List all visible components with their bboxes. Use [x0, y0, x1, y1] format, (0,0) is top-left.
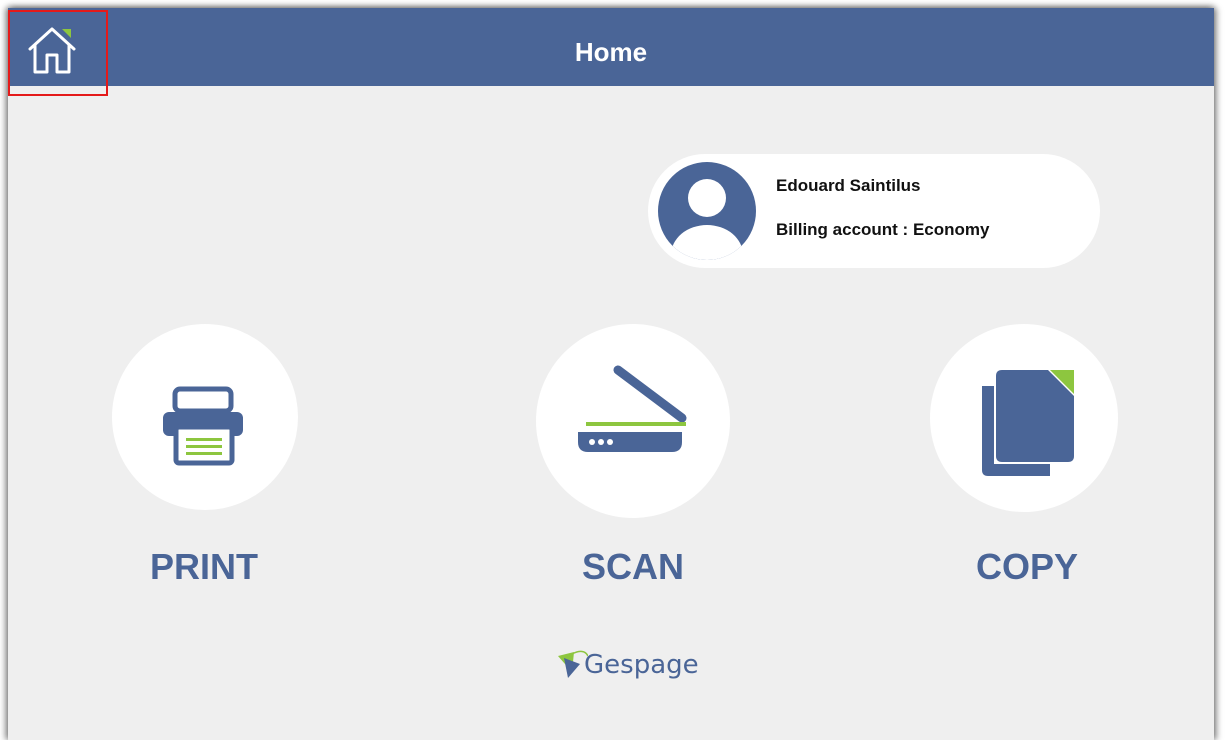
copy-icon	[982, 370, 1074, 476]
user-avatar-icon	[658, 162, 756, 260]
scanner-icon	[578, 365, 687, 452]
copy-label: COPY	[975, 546, 1079, 587]
logo-text: Gespage	[584, 650, 699, 680]
user-name: Edouard Saintilus	[776, 176, 921, 195]
page-title: Home	[574, 37, 648, 67]
gespage-logo-icon	[558, 650, 588, 678]
scan-label: SCAN	[581, 546, 684, 587]
copy-button[interactable]: COPY	[924, 320, 1124, 600]
user-card: Edouard Saintilus Billing account : Econ…	[648, 154, 1100, 268]
app-window: Home Edouard Saintilus Billing account :…	[8, 8, 1214, 740]
billing-account: Billing account : Economy	[776, 220, 990, 239]
scan-button[interactable]: SCAN	[532, 320, 732, 600]
print-label: PRINT	[150, 546, 258, 587]
print-button[interactable]: PRINT	[108, 320, 308, 600]
printer-icon	[163, 386, 243, 466]
gespage-logo: Gespage	[554, 648, 714, 688]
top-bar: Home	[8, 8, 1214, 86]
